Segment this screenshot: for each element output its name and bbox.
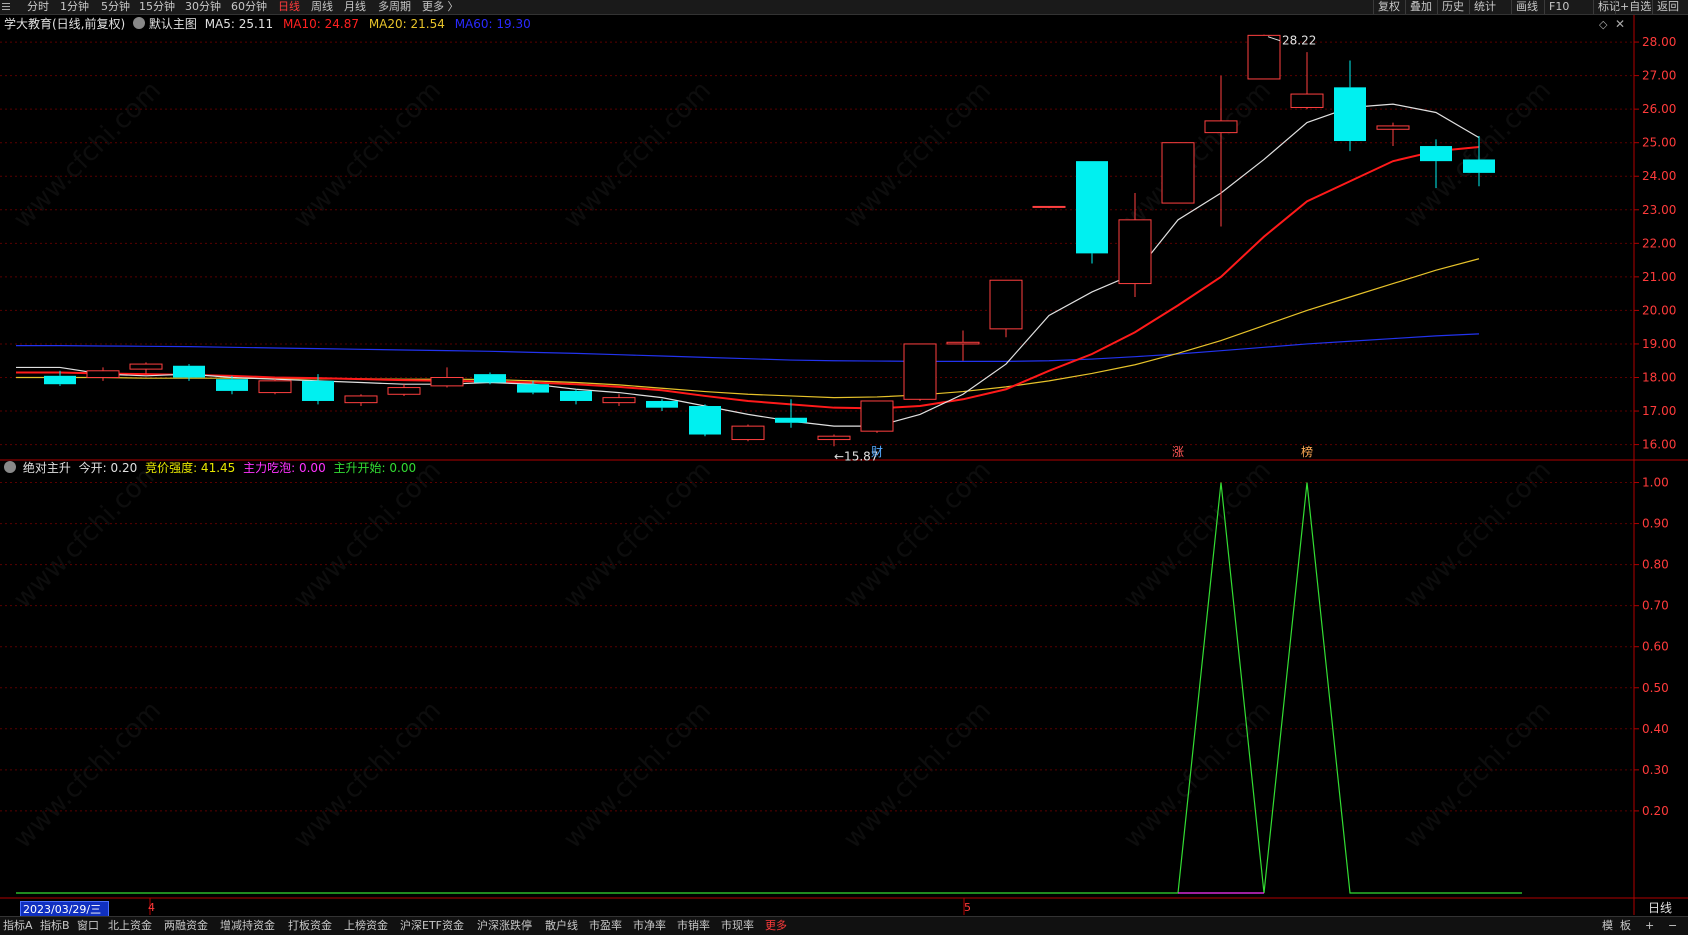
zoom-out-button[interactable]: − bbox=[1668, 917, 1677, 935]
ma5-line bbox=[16, 103, 1480, 427]
tab-limit-stats[interactable]: 沪深涨跌停 bbox=[477, 917, 532, 935]
price-tick-label: 24.00 bbox=[1642, 169, 1676, 183]
price-tick-label: 21.00 bbox=[1642, 270, 1676, 284]
candle-body-down bbox=[646, 400, 678, 408]
candle-body-up bbox=[731, 425, 765, 441]
candle-body-down bbox=[474, 374, 506, 383]
tab-northbound[interactable]: 北上资金 bbox=[108, 917, 152, 935]
finance-report-marker: 财 bbox=[871, 445, 883, 459]
high-price-label: 28.22 bbox=[1282, 34, 1316, 48]
bottom-tab-bar: 指标A 指标B 窗口 北上资金 两融资金 增减持资金 打板资金 上榜资金 沪深E… bbox=[0, 916, 1688, 935]
ma10-line bbox=[16, 146, 1480, 410]
candle-body-up bbox=[946, 341, 980, 345]
candle-body-down bbox=[1420, 146, 1452, 162]
candle-body-down bbox=[173, 365, 205, 378]
price-tick-label: 23.00 bbox=[1642, 203, 1676, 217]
tab-pe[interactable]: 市盈率 bbox=[589, 917, 622, 935]
board-button[interactable]: 板 bbox=[1620, 917, 1631, 935]
price-tick-label: 18.00 bbox=[1642, 370, 1676, 384]
month-label-april: 4 bbox=[148, 901, 155, 914]
candle-body-up bbox=[817, 435, 851, 441]
candle-body-up bbox=[1376, 125, 1410, 130]
indicator-tick-label: 0.30 bbox=[1642, 763, 1669, 777]
candle-body-down bbox=[1463, 159, 1495, 173]
candle-body-down bbox=[1334, 87, 1366, 142]
tab-pb[interactable]: 市净率 bbox=[633, 917, 666, 935]
candle-body-up bbox=[1247, 34, 1281, 80]
price-tick-label: 17.00 bbox=[1642, 404, 1676, 418]
indicator-tick-label: 0.80 bbox=[1642, 558, 1669, 572]
price-tick-label: 19.00 bbox=[1642, 337, 1676, 351]
price-tick-label: 27.00 bbox=[1642, 69, 1676, 83]
limit-up-marker: 涨 bbox=[1172, 444, 1184, 459]
template-button[interactable]: 模 bbox=[1602, 917, 1613, 935]
candle-body-down bbox=[517, 384, 549, 393]
price-tick-label: 28.00 bbox=[1642, 35, 1676, 49]
candle-body-up bbox=[430, 376, 464, 387]
price-tick-label: 25.00 bbox=[1642, 136, 1676, 150]
candle-body-up bbox=[989, 279, 1023, 330]
indicator-tick-label: 0.90 bbox=[1642, 517, 1669, 531]
price-tick-label: 22.00 bbox=[1642, 236, 1676, 250]
indicator-tick-label: 0.20 bbox=[1642, 804, 1669, 818]
period-label[interactable]: 日线 bbox=[1648, 899, 1672, 916]
tab-indicator-a[interactable]: 指标A bbox=[3, 917, 33, 935]
candle-body-down bbox=[775, 417, 807, 423]
month-label-may: 5 bbox=[964, 901, 971, 914]
tab-retail-line[interactable]: 散户线 bbox=[545, 917, 578, 935]
candle-body-up bbox=[602, 397, 636, 404]
candle-body-up bbox=[1290, 93, 1324, 108]
candle-body-up bbox=[1032, 205, 1066, 208]
price-tick-label: 20.00 bbox=[1642, 303, 1676, 317]
candle-body-up bbox=[129, 363, 163, 370]
candlestick-chart[interactable]: 28.00 27.00 26.00 25.00 24.00 23.00 22.00 21.00… bbox=[0, 0, 1688, 934]
top-list-marker: 榜 bbox=[1301, 444, 1313, 459]
price-tick-label: 26.00 bbox=[1642, 102, 1676, 116]
candle-body-up bbox=[258, 380, 292, 394]
candle-body-down bbox=[44, 375, 76, 385]
tab-window[interactable]: 窗口 bbox=[77, 917, 99, 935]
candle-body-up bbox=[903, 343, 937, 400]
candle-body-down bbox=[689, 406, 721, 435]
price-tick-label: 16.00 bbox=[1642, 438, 1676, 452]
tab-etf-funds[interactable]: 沪深ETF资金 bbox=[400, 917, 464, 935]
candle-body-down bbox=[560, 390, 592, 401]
tab-limit-up-funds[interactable]: 打板资金 bbox=[288, 917, 332, 935]
tab-holding-change[interactable]: 增减持资金 bbox=[220, 917, 275, 935]
candle-body-up bbox=[344, 395, 378, 404]
indicator-tick-label: 0.40 bbox=[1642, 722, 1669, 736]
indicator-tick-label: 0.70 bbox=[1642, 599, 1669, 613]
zoom-in-button[interactable]: + bbox=[1645, 917, 1654, 935]
candle-body-up bbox=[387, 387, 421, 395]
candle-body-down bbox=[302, 380, 334, 401]
candle-body-up bbox=[86, 370, 120, 378]
tab-margin[interactable]: 两融资金 bbox=[164, 917, 208, 935]
tab-list-funds[interactable]: 上榜资金 bbox=[344, 917, 388, 935]
ma60-line bbox=[16, 333, 1480, 362]
candle-body-up bbox=[1118, 219, 1152, 285]
indicator-tick-label: 1.00 bbox=[1642, 476, 1669, 490]
candle-body-up bbox=[860, 400, 894, 432]
cursor-date-box: 2023/03/29/三 bbox=[20, 901, 109, 917]
candle-body-down bbox=[1076, 161, 1108, 254]
indicator-tick-label: 0.50 bbox=[1642, 681, 1669, 695]
cursor-date: 2023/03/29/三 bbox=[23, 903, 102, 916]
indicator-tick-label: 0.60 bbox=[1642, 640, 1669, 654]
candle-body-up bbox=[1204, 120, 1238, 134]
tab-ps[interactable]: 市销率 bbox=[677, 917, 710, 935]
candle-body-up bbox=[1161, 142, 1195, 204]
tab-more[interactable]: 更多 bbox=[765, 917, 787, 935]
tab-pcf[interactable]: 市现率 bbox=[721, 917, 754, 935]
candle-body-down bbox=[216, 379, 248, 391]
tab-indicator-b[interactable]: 指标B bbox=[40, 917, 70, 935]
